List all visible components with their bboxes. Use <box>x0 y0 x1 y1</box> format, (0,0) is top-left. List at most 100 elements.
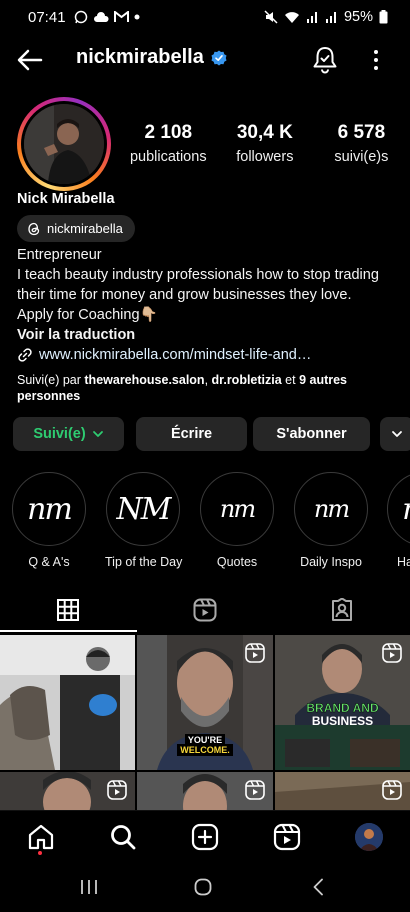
see-translation-link[interactable]: Voir la traduction <box>17 325 402 345</box>
message-button[interactable]: Écrire <box>136 417 247 451</box>
highlight-label: Daily Inspo <box>300 555 362 569</box>
more-options-icon[interactable] <box>366 46 386 74</box>
highlight-q-and-a[interactable]: nm Q & A's <box>11 472 87 569</box>
stat-following[interactable]: 6 578 suivi(e)s <box>313 122 410 165</box>
profile-stats: 2 108 publications 30,4 K followers 6 57… <box>120 122 410 165</box>
signal-icon-2 <box>325 11 336 23</box>
cloud-icon <box>93 12 109 22</box>
notification-icons <box>74 10 140 24</box>
whatsapp-icon <box>74 10 87 24</box>
highlight-monogram: nm <box>16 476 82 542</box>
highlight-daily-inspo[interactable]: nm Daily Inspo <box>293 472 369 569</box>
highlight-monogram: NM <box>110 476 176 542</box>
grid-post[interactable] <box>275 772 410 810</box>
post-caption-overlay: YOU'RE WELCOME. <box>137 734 273 756</box>
search-icon[interactable] <box>109 823 137 851</box>
profile-avatar <box>21 101 107 187</box>
profile-top-bar: nickmirabella <box>0 40 410 80</box>
following-label: suivi(e)s <box>334 149 389 165</box>
subscribe-button-label: S'abonner <box>276 426 347 442</box>
status-time: 07:41 <box>28 8 66 26</box>
back-arrow-icon[interactable] <box>16 46 44 74</box>
highlight-label: Ha <box>397 555 410 569</box>
threads-icon <box>28 222 40 235</box>
highlight-cover: nm <box>294 472 368 546</box>
grid-post[interactable] <box>137 772 273 810</box>
message-button-label: Écrire <box>170 426 213 442</box>
story-highlights: nm Q & A's NM Tip of the Day nm Quotes n… <box>0 472 410 572</box>
threads-badge[interactable]: nickmirabella <box>17 215 135 242</box>
bio-line-4: Apply for Coaching👇🏼 <box>17 307 158 323</box>
reels-icon <box>193 598 217 622</box>
home-button-icon[interactable] <box>194 878 212 896</box>
profile-avatar-story-ring[interactable] <box>17 97 111 191</box>
stat-followers[interactable]: 30,4 K followers <box>217 122 314 165</box>
bio-line-3: their time for money and grow businesses… <box>17 287 352 303</box>
followed-by-user-1: thewarehouse.salon <box>84 373 205 387</box>
tab-reels[interactable] <box>137 590 274 630</box>
caption-line-2: BUSINESS <box>311 714 374 728</box>
own-profile-avatar[interactable] <box>355 823 383 851</box>
highlight-quotes[interactable]: nm Quotes <box>199 472 275 569</box>
grid-post[interactable] <box>0 772 135 810</box>
posts-count: 2 108 <box>144 122 193 143</box>
active-tab-indicator <box>0 630 137 632</box>
highlight-cover: nm <box>200 472 274 546</box>
caption-line-1: BRAND AND <box>306 701 379 715</box>
tab-posts-grid[interactable] <box>0 590 137 630</box>
verified-badge-icon <box>211 50 227 65</box>
wifi-icon <box>284 11 299 23</box>
followers-label: followers <box>236 149 294 165</box>
reel-badge-icon <box>382 643 402 663</box>
followers-count: 30,4 K <box>236 122 293 143</box>
status-bar: 07:41 95% <box>0 0 410 34</box>
highlight-label: Q & A's <box>28 555 70 569</box>
create-post-icon[interactable] <box>191 823 219 851</box>
threads-handle: nickmirabella <box>47 221 123 236</box>
following-count: 6 578 <box>337 122 386 143</box>
profile-bio: Entrepreneur I teach beauty industry pro… <box>17 245 402 365</box>
system-indicators: 95% <box>264 9 388 25</box>
highlight-label: Tip of the Day <box>105 555 183 569</box>
post-caption-overlay: BRAND AND BUSINESS <box>275 701 410 728</box>
highlight-cover: nm <box>387 472 410 546</box>
stat-posts[interactable]: 2 108 publications <box>120 122 217 165</box>
highlight-tip-of-the-day[interactable]: NM Tip of the Day <box>105 472 183 569</box>
tab-tagged[interactable] <box>273 590 410 630</box>
chevron-down-icon <box>92 431 103 437</box>
highlight-label: Quotes <box>216 555 258 569</box>
post-image <box>0 635 135 770</box>
highlight-monogram: nm <box>391 476 410 542</box>
reel-badge-icon <box>245 643 265 663</box>
profile-link-text[interactable]: www.nickmirabella.com/mindset-life-and… <box>39 345 311 365</box>
mute-icon <box>264 10 278 24</box>
notification-bell-icon[interactable] <box>311 45 339 75</box>
link-icon <box>18 348 32 362</box>
highlight-partial[interactable]: nm Ha <box>387 472 410 569</box>
grid-icon <box>57 599 80 621</box>
signal-icon <box>306 11 317 23</box>
grid-post[interactable]: BRAND AND BUSINESS <box>275 635 410 770</box>
posts-grid: YOU'RE WELCOME. BRAND AND BUSINESS <box>0 635 410 810</box>
recent-apps-icon[interactable] <box>80 879 98 895</box>
following-button[interactable]: Suivi(e) <box>13 417 124 451</box>
grid-post[interactable] <box>0 635 135 770</box>
android-navigation-bar <box>0 862 410 912</box>
followed-by-conjunction: et <box>281 373 300 387</box>
back-button-icon[interactable] <box>312 878 324 896</box>
reel-badge-icon <box>382 780 402 800</box>
subscribe-button[interactable]: S'abonner <box>253 417 370 451</box>
suggested-accounts-button[interactable] <box>380 417 410 451</box>
followed-by-text[interactable]: Suivi(e) par thewarehouse.salon, dr.robl… <box>17 372 397 404</box>
profile-link[interactable]: www.nickmirabella.com/mindset-life-and… <box>17 345 402 365</box>
reel-badge-icon <box>245 780 265 800</box>
battery-icon <box>379 10 388 24</box>
followed-by-user-2: dr.robletizia <box>211 373 282 387</box>
highlight-monogram: nm <box>204 476 270 542</box>
highlight-cover: nm <box>12 472 86 546</box>
home-icon[interactable] <box>27 823 55 851</box>
grid-post[interactable]: YOU'RE WELCOME. <box>137 635 273 770</box>
own-profile-photo <box>355 823 383 851</box>
tagged-person-icon <box>331 598 352 621</box>
reels-nav-icon[interactable] <box>273 823 301 851</box>
